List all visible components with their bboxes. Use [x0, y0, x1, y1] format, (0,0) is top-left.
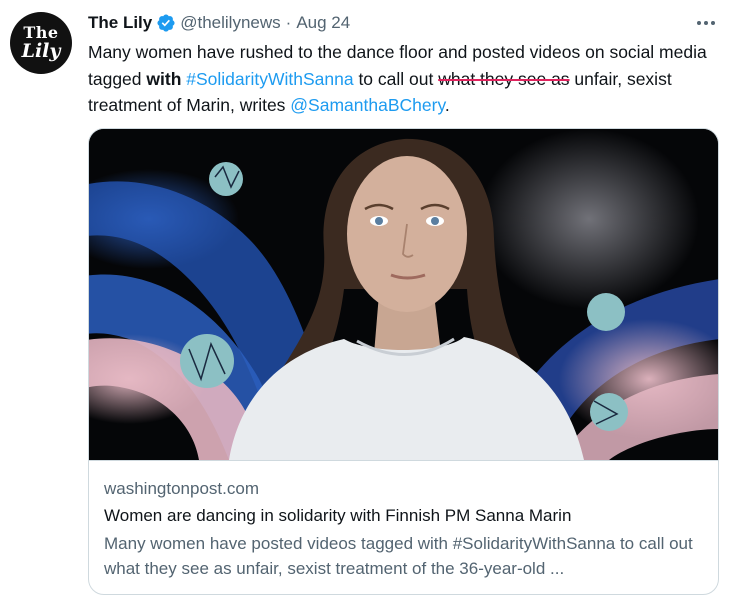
more-dot [697, 21, 701, 25]
struck-text: what they see as [438, 68, 570, 89]
link-preview-card[interactable]: washingtonpost.com Women are dancing in … [88, 128, 719, 595]
tweet-text-end: . [444, 95, 450, 115]
tweet-header: The Lily @thelilynews · Aug 24 [88, 11, 350, 35]
more-options-icon[interactable] [694, 13, 718, 33]
avatar-logo-line2: Lily [21, 40, 61, 62]
more-dot [711, 21, 715, 25]
avatar-logo-line1: The [23, 23, 59, 42]
tweet-text-part: to call out [353, 68, 439, 89]
tweet-bold-word: with [146, 68, 182, 89]
decor-circle [590, 393, 628, 431]
tweet[interactable]: The Lily The Lily @thelilynews · Aug 24 … [0, 0, 729, 604]
decor-circle [209, 162, 243, 196]
tweet-text: Many women have rushed to the dance floo… [88, 39, 716, 119]
card-title[interactable]: Women are dancing in solidarity with Fin… [104, 506, 571, 526]
card-domain[interactable]: washingtonpost.com [104, 479, 259, 499]
card-photo-illustration [89, 129, 718, 460]
decor-circle [587, 293, 625, 331]
card-divider [89, 460, 718, 461]
author-name[interactable]: The Lily [88, 13, 152, 33]
card-image[interactable] [89, 129, 718, 460]
separator-dot: · [285, 13, 292, 32]
verified-badge-icon [157, 14, 175, 32]
decor-circle [180, 334, 234, 388]
tweet-date[interactable]: Aug 24 [296, 13, 350, 33]
author-handle[interactable]: @thelilynews [180, 13, 280, 33]
card-description[interactable]: Many women have posted videos tagged wit… [104, 532, 704, 581]
avatar[interactable]: The Lily [10, 12, 72, 74]
hashtag-link[interactable]: #SolidarityWithSanna [186, 69, 353, 89]
more-dot [704, 21, 708, 25]
mention-link[interactable]: @SamanthaBChery [290, 95, 445, 115]
